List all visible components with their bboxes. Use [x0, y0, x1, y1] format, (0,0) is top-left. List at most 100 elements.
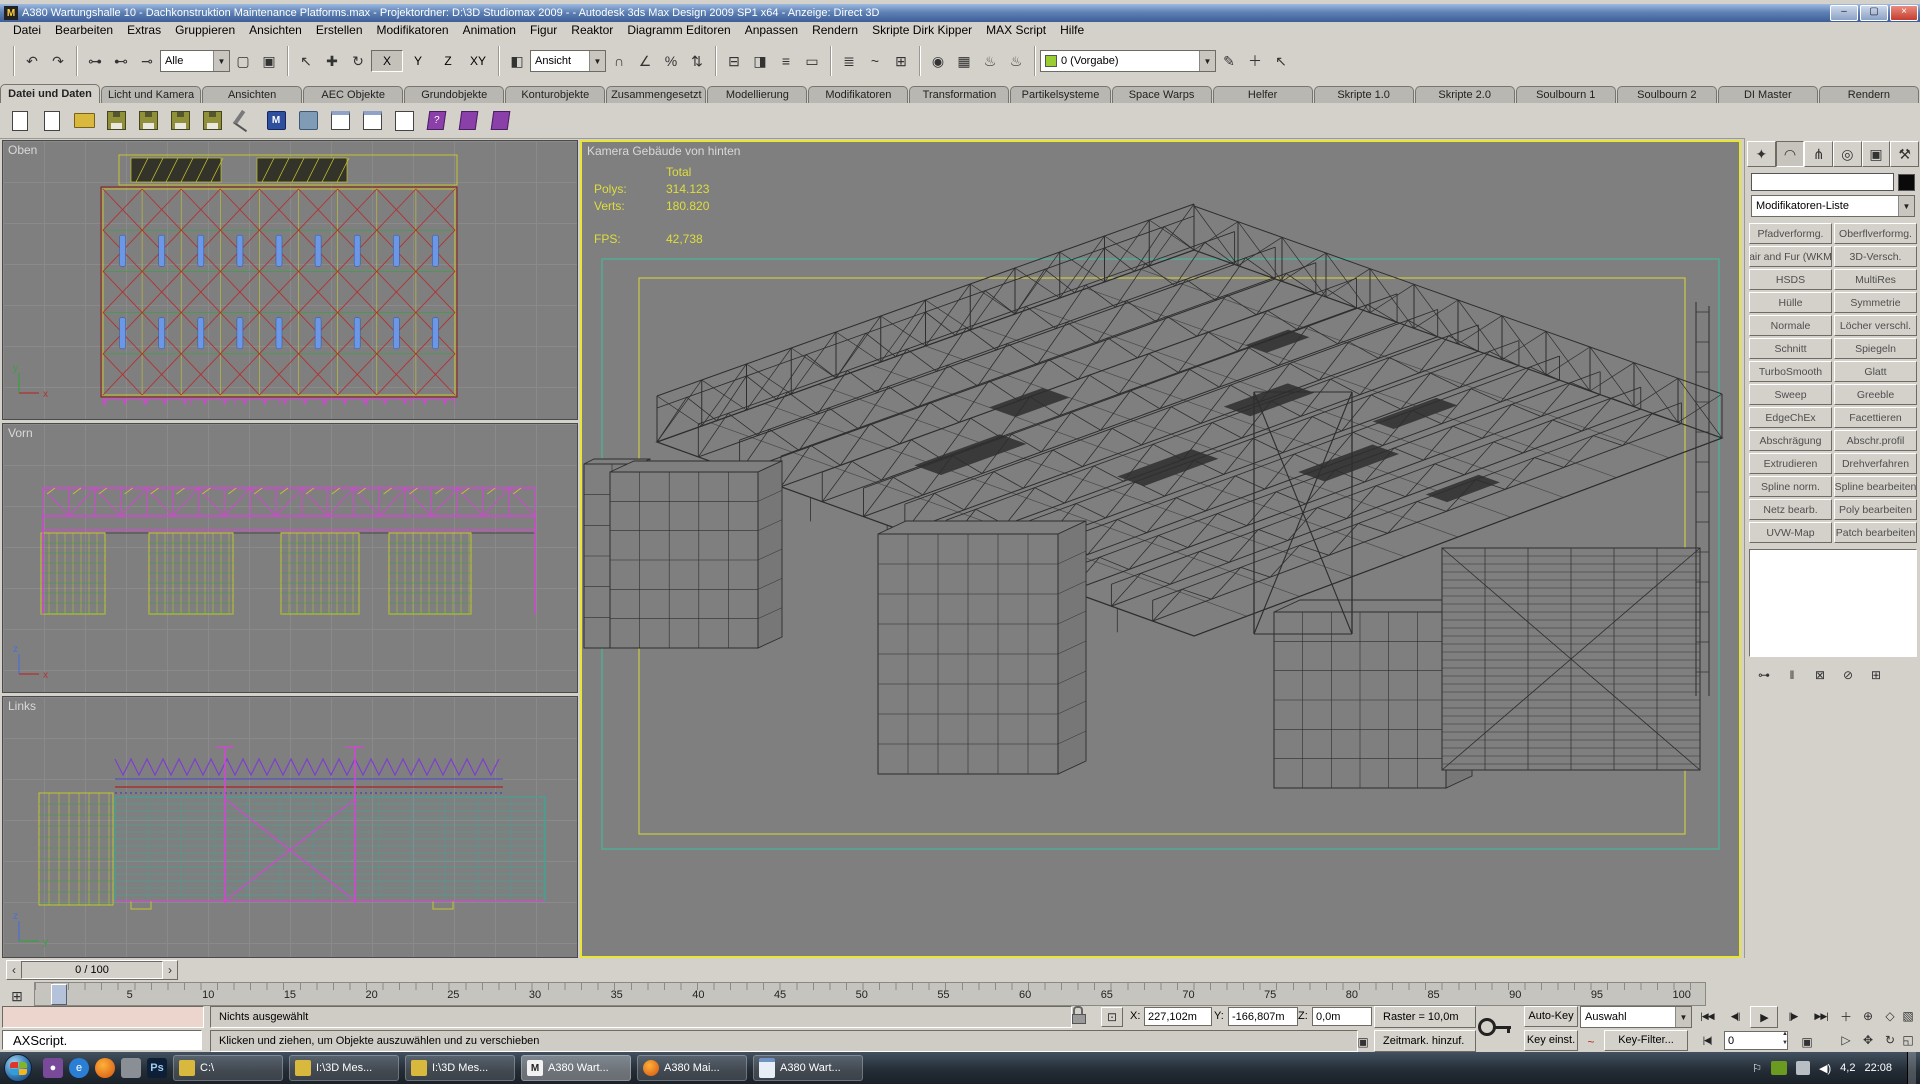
schematic-view-icon[interactable]: ⊞	[889, 49, 913, 73]
menu-diagramm-editoren[interactable]: Diagramm Editoren	[620, 23, 737, 37]
tab-licht-und-kamera[interactable]: Licht und Kamera	[101, 86, 201, 103]
rectangular-region-icon[interactable]: ▢	[231, 49, 255, 73]
modifier-button[interactable]: Symmetrie	[1834, 292, 1917, 313]
quicklaunch-app-icon[interactable]	[121, 1058, 141, 1078]
nvidia-tray-icon[interactable]	[1771, 1061, 1787, 1075]
viewport-left[interactable]: zy Links	[2, 696, 578, 958]
taskbar-button-explorer[interactable]: C:\	[173, 1055, 283, 1081]
chevron-down-icon[interactable]: ▼	[589, 51, 605, 71]
percent-snap-icon[interactable]: %	[659, 49, 683, 73]
isolate-cube-icon[interactable]: ▣	[1353, 1030, 1373, 1054]
tab-grundobjekte[interactable]: Grundobjekte	[404, 86, 504, 103]
modifier-button[interactable]: Oberflverformg.	[1834, 223, 1917, 244]
time-configuration-icon[interactable]: ▣	[1797, 1030, 1817, 1054]
axis-xy-button[interactable]: XY	[463, 51, 493, 71]
select-and-move-icon[interactable]: ✚	[320, 49, 344, 73]
volume-icon[interactable]: ◀)	[1819, 1062, 1831, 1075]
open-mini-curve-editor-icon[interactable]: ⊞	[5, 984, 29, 1008]
menu-bearbeiten[interactable]: Bearbeiten	[48, 23, 120, 37]
modifier-button[interactable]: air and Fur (WKM	[1749, 246, 1832, 267]
modifier-button[interactable]: Spline bearbeiten	[1834, 476, 1917, 497]
display-tab-icon[interactable]: ▣	[1862, 141, 1891, 167]
pan-icon[interactable]: ✥	[1858, 1030, 1878, 1050]
named-selection-icon[interactable]: ⊟	[722, 49, 746, 73]
modifier-button[interactable]: UVW-Map	[1749, 522, 1832, 543]
menu-extras[interactable]: Extras	[120, 23, 168, 37]
new-scene-icon[interactable]	[8, 109, 32, 133]
key-mode-wave-icon[interactable]: ~	[1581, 1030, 1601, 1054]
auto-key-button[interactable]: Auto-Key	[1524, 1006, 1578, 1027]
modifier-button[interactable]: Drehverfahren	[1834, 453, 1917, 474]
blank-doc-icon[interactable]	[392, 109, 416, 133]
menu-erstellen[interactable]: Erstellen	[309, 23, 370, 37]
app-link-2-icon[interactable]	[296, 109, 320, 133]
modifier-button[interactable]: Abschrägung	[1749, 430, 1832, 451]
menu-modifikatoren[interactable]: Modifikatoren	[370, 23, 456, 37]
maximize-button[interactable]: ▢	[1860, 5, 1888, 21]
pencil-icon[interactable]: ✎	[1217, 49, 1241, 73]
frame-spinner[interactable]: ▲▼	[1782, 1030, 1792, 1048]
render-teapot-icon[interactable]: ♨	[978, 49, 1002, 73]
save-file-icon[interactable]	[104, 109, 128, 133]
tab-modellierung[interactable]: Modellierung	[707, 86, 807, 103]
selection-lock-icon[interactable]	[1072, 1006, 1084, 1024]
tab-di-master[interactable]: DI Master	[1718, 86, 1818, 103]
menu-animation[interactable]: Animation	[456, 23, 523, 37]
menu-skripte-dirk-kipper[interactable]: Skripte Dirk Kipper	[865, 23, 979, 37]
maxscript-mini-listener-pink[interactable]	[2, 1006, 204, 1028]
minimize-button[interactable]: –	[1830, 5, 1858, 21]
z-coordinate-field[interactable]	[1312, 1007, 1372, 1026]
save-copy-icon[interactable]	[168, 109, 192, 133]
start-button[interactable]	[4, 1054, 32, 1082]
menu-figur[interactable]: Figur	[523, 23, 564, 37]
modifier-button[interactable]: Löcher verschl.	[1834, 315, 1917, 336]
tab-soulbourn-1[interactable]: Soulbourn 1	[1516, 86, 1616, 103]
pin-stack-icon[interactable]: ⊶	[1754, 663, 1774, 687]
modifier-button[interactable]: 3D-Versch.	[1834, 246, 1917, 267]
taskbar-button-folder-1[interactable]: I:\3D Mes...	[289, 1055, 399, 1081]
viewport-front-label[interactable]: Vorn	[8, 426, 33, 440]
previous-frame-button[interactable]: |◀|	[1694, 1030, 1720, 1050]
internet-explorer-icon[interactable]: e	[69, 1058, 89, 1078]
tab-skripte-1[interactable]: Skripte 1.0	[1314, 86, 1414, 103]
modifier-button[interactable]: Schnitt	[1749, 338, 1832, 359]
taskbar-button-firefox[interactable]: A380 Mai...	[637, 1055, 747, 1081]
viewport-top[interactable]: yx Oben	[2, 140, 578, 420]
make-unique-icon[interactable]: ⊠	[1810, 663, 1830, 687]
remove-modifier-icon[interactable]: ⊘	[1838, 663, 1858, 687]
mirror-tool-icon[interactable]: ◨	[748, 49, 772, 73]
tab-konturobjekte[interactable]: Konturobjekte	[505, 86, 605, 103]
clock[interactable]: 22:08	[1864, 1062, 1892, 1074]
menu-ansichten[interactable]: Ansichten	[242, 23, 309, 37]
selection-filter-dropdown[interactable]: Alle ▼	[160, 50, 230, 72]
viewport-front[interactable]: zx Vorn	[2, 423, 578, 693]
align-icon[interactable]: ≡	[774, 49, 798, 73]
object-color-swatch[interactable]	[1898, 174, 1915, 191]
field-of-view-icon[interactable]: ▷	[1836, 1030, 1856, 1050]
modifier-button[interactable]: Extrudieren	[1749, 453, 1832, 474]
cursor-icon[interactable]: ↖	[1269, 49, 1293, 73]
tutorial-book-1-icon[interactable]	[456, 109, 480, 133]
next-key-button[interactable]: ||▶	[1780, 1006, 1806, 1026]
modifier-button[interactable]: Poly bearbeiten	[1834, 499, 1917, 520]
modifier-button[interactable]: Abschr.profil	[1834, 430, 1917, 451]
curve-editor-icon[interactable]: ~	[863, 49, 887, 73]
viewport-left-label[interactable]: Links	[8, 699, 36, 713]
menu-hilfe[interactable]: Hilfe	[1053, 23, 1091, 37]
close-button[interactable]: ×	[1890, 5, 1918, 21]
merge-file-icon[interactable]	[328, 109, 352, 133]
modifier-button[interactable]: Facettieren	[1834, 407, 1917, 428]
hierarchy-tab-icon[interactable]: ⋔	[1804, 141, 1833, 167]
mirror-icon[interactable]: ◧	[505, 49, 529, 73]
tutorial-book-2-icon[interactable]	[488, 109, 512, 133]
x-coordinate-field[interactable]	[1144, 1007, 1212, 1026]
tab-partikelsysteme[interactable]: Partikelsysteme	[1010, 86, 1110, 103]
object-name-input[interactable]	[1751, 173, 1894, 191]
go-to-start-button[interactable]: |◀◀	[1694, 1006, 1720, 1026]
render-setup-icon[interactable]: ▦	[952, 49, 976, 73]
modifier-button[interactable]: TurboSmooth	[1749, 361, 1832, 382]
reference-coordinate-dropdown[interactable]: Ansicht ▼	[530, 50, 606, 72]
add-icon[interactable]: ＋	[1243, 49, 1267, 73]
zoom-region-icon[interactable]: ▧	[1898, 1006, 1918, 1026]
viewport-camera-label[interactable]: Kamera Gebäude von hinten	[587, 144, 740, 158]
